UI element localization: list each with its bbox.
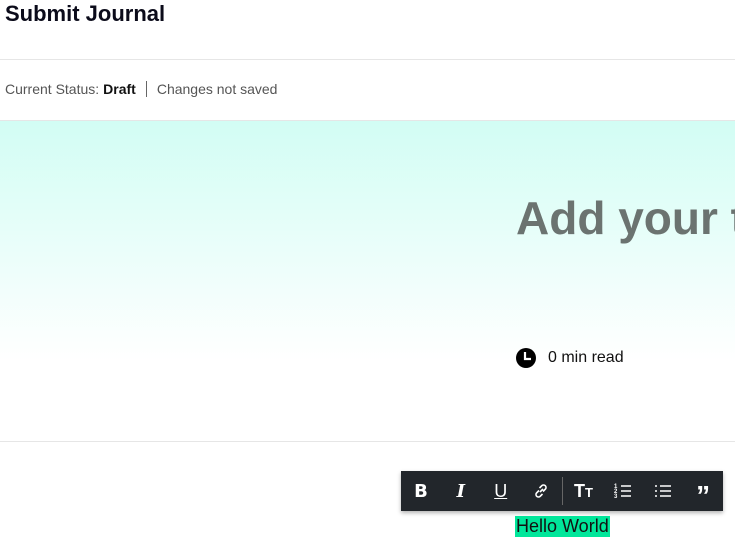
underline-icon: U [494,480,508,501]
quote-button[interactable]: ” [683,471,723,511]
link-button[interactable] [521,471,561,511]
read-time-text: 0 min read [548,349,624,366]
divider [145,81,147,97]
toolbar-divider [561,477,563,505]
read-time: 0 min read [516,348,624,368]
status-label: Current Status: [5,81,100,97]
ordered-list-icon: 123 [614,484,632,500]
italic-button[interactable]: I [441,471,481,511]
bold-icon: B [414,480,428,502]
format-toolbar: B I U TT 123 ” [401,471,723,511]
selected-text[interactable]: Hello World [515,516,610,537]
ordered-list-button[interactable]: 123 [603,471,643,511]
underline-button[interactable]: U [481,471,521,511]
title-input[interactable]: Add your title [516,191,735,245]
text-size-button[interactable]: TT [564,471,604,511]
status-value: Draft [103,81,136,97]
link-icon [534,484,547,498]
bold-button[interactable]: B [401,471,441,511]
page-title: Submit Journal [5,1,166,26]
italic-icon: I [456,480,466,502]
text-size-icon: TT [573,480,593,501]
svg-text:3: 3 [614,494,618,500]
hero-section: Add your title 0 min read [0,121,735,442]
status-bar: Current Status: Draft Changes not saved [0,60,735,121]
clock-icon [516,348,536,368]
page-header: Submit Journal [0,0,735,60]
bullet-list-button[interactable] [643,471,683,511]
save-state: Changes not saved [156,81,278,97]
quote-icon: ” [696,480,711,511]
bullet-list-icon [655,485,672,497]
